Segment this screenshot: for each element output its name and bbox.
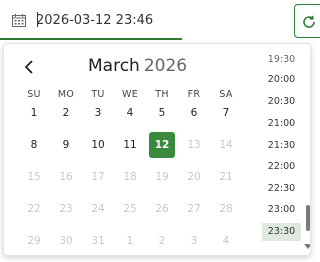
calendar-week-row: 8 9 10 11 12 13 14 xyxy=(21,132,253,158)
disabled-day: 4 xyxy=(222,235,230,247)
disabled-day: 18 xyxy=(123,171,137,183)
calendar-week-row: 1234567 xyxy=(21,100,253,126)
disabled-day: 21 xyxy=(219,171,233,183)
weekday-header: SU MO TU WE TH FR SA xyxy=(18,89,250,100)
weekday-label: FR xyxy=(187,89,201,100)
calendar-day[interactable]: 8 xyxy=(21,132,47,158)
disabled-day: 22 xyxy=(27,203,41,215)
disabled-day: 30 xyxy=(59,235,73,247)
disabled-day: 2 xyxy=(158,235,166,247)
calendar-icon xyxy=(12,14,26,27)
calendar-day[interactable]: 3 xyxy=(85,100,111,126)
time-list[interactable]: 19:30 20:00 20:30 21:00 21:30 22:00 22:30 23:00… xyxy=(261,44,310,255)
disabled-day: 15 xyxy=(27,171,41,183)
calendar-week-row: 22 23 24 25 26 27 28 xyxy=(21,196,253,222)
year-label[interactable]: 2026 xyxy=(144,56,187,76)
time-option[interactable]: 20:30 xyxy=(262,93,301,111)
datetime-picker-popup: March 2026 SU MO TU WE TH FR SA 1 2 3 4 5 6 7 8 9 10 11 12… xyxy=(3,43,311,256)
weekday-label: WE xyxy=(122,89,138,100)
month-label[interactable]: March xyxy=(88,56,140,76)
disabled-day: 19 xyxy=(155,171,169,183)
weekday-label: SA xyxy=(219,89,233,100)
calendar-day[interactable]: 1 xyxy=(21,100,47,126)
calendar-day[interactable]: 9 xyxy=(53,132,79,158)
time-list-scrollbar[interactable] xyxy=(306,205,310,231)
time-option[interactable]: 22:30 xyxy=(262,180,301,198)
datetime-input[interactable] xyxy=(36,10,176,30)
calendar-day[interactable]: 5 xyxy=(149,100,175,126)
weekday-label: MO xyxy=(57,89,75,100)
disabled-day: 27 xyxy=(187,203,201,215)
weekday-label: TU xyxy=(91,89,105,100)
time-option[interactable]: 21:00 xyxy=(262,115,301,133)
calendar-day[interactable]: 7 xyxy=(213,100,239,126)
scroll-down-icon[interactable] xyxy=(304,244,310,249)
disabled-day: 20 xyxy=(187,171,201,183)
refresh-button[interactable] xyxy=(294,4,320,38)
calendar-week-row: 15 16 17 18 19 20 21 xyxy=(21,164,253,190)
calendar-day[interactable]: 6 xyxy=(181,100,207,126)
disabled-day: 31 xyxy=(91,235,105,247)
disabled-day: 28 xyxy=(219,203,233,215)
month-year-title: March 2026 xyxy=(88,56,187,76)
disabled-day: 14 xyxy=(219,139,233,151)
datetime-input-wrapper[interactable] xyxy=(0,0,182,40)
disabled-day: 16 xyxy=(59,171,73,183)
calendar-day[interactable]: 4 xyxy=(117,100,143,126)
disabled-day: 17 xyxy=(91,171,105,183)
calendar-day[interactable]: 10 xyxy=(85,132,111,158)
disabled-day: 29 xyxy=(27,235,41,247)
time-option[interactable]: 19:30 xyxy=(262,51,301,69)
time-option[interactable]: 20:00 xyxy=(262,71,301,89)
calendar-day[interactable]: 2 xyxy=(53,100,79,126)
calendar-week-row: 29 30 31 1 2 3 4 xyxy=(21,228,253,254)
selected-time-option[interactable]: 23:30 xyxy=(262,223,301,241)
disabled-day: 13 xyxy=(187,139,201,151)
selected-day[interactable]: 12 xyxy=(149,132,175,158)
time-option[interactable]: 22:00 xyxy=(262,158,301,176)
disabled-day: 23 xyxy=(59,203,73,215)
disabled-day: 26 xyxy=(155,203,169,215)
text-caret xyxy=(37,12,38,27)
refresh-icon xyxy=(303,15,315,28)
time-option[interactable]: 21:30 xyxy=(262,137,301,155)
disabled-day: 25 xyxy=(123,203,137,215)
weekday-label: SU xyxy=(27,89,41,100)
chevron-left-icon[interactable] xyxy=(22,58,38,76)
calendar-day[interactable]: 11 xyxy=(117,132,143,158)
time-option[interactable]: 23:00 xyxy=(262,201,301,219)
weekday-label: TH xyxy=(155,89,169,100)
disabled-day: 3 xyxy=(190,235,198,247)
disabled-day: 1 xyxy=(126,235,134,247)
disabled-day: 24 xyxy=(91,203,105,215)
